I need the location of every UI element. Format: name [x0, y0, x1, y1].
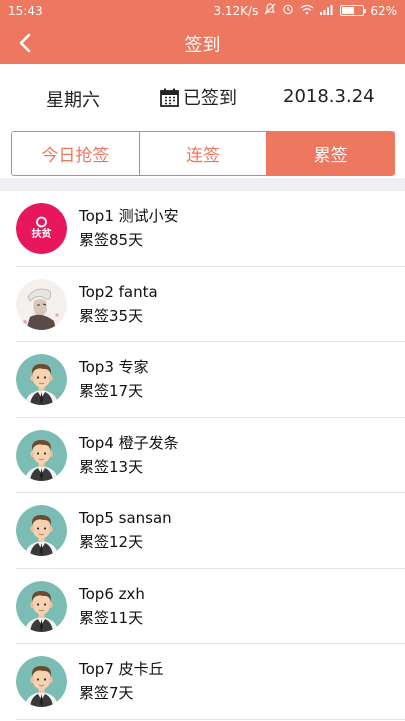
battery-level [342, 7, 355, 14]
list-item[interactable]: Top6 zxh 累签11天 [16, 569, 405, 644]
top-bar: 15:43 3.12K/s 62% 签到 [0, 0, 405, 64]
rank-name: Top4 橙子发条 [79, 433, 179, 452]
status-time: 15:43 [8, 4, 43, 18]
avatar [16, 354, 67, 405]
list-item[interactable]: Top2 fanta 累签35天 [16, 267, 405, 342]
rank-count: 累签11天 [79, 608, 144, 627]
section-divider [0, 178, 405, 191]
default-user-icon [16, 429, 67, 481]
network-speed: 3.12K/s [213, 3, 259, 18]
tab-today-grab[interactable]: 今日抢签 [12, 132, 139, 175]
avatar [16, 429, 67, 481]
navigation-bar: 签到 [0, 22, 405, 64]
rank-name: Top1 测试小安 [79, 207, 179, 225]
rank-name: Top6 zxh [79, 584, 145, 603]
list-item[interactable]: 扶贫 Top1 测试小安 累签85天 [16, 191, 405, 267]
calendar-icon [160, 88, 179, 107]
list-item[interactable]: Top3 专家 累签17天 [16, 342, 405, 418]
weekday-label: 星期六 [46, 90, 100, 111]
list-item[interactable]: Top5 sansan 累签12天 [16, 493, 405, 569]
tab-cumulative[interactable]: 累签 [266, 132, 394, 175]
default-user-icon [16, 505, 67, 556]
rank-count: 累签17天 [79, 382, 144, 400]
list-item[interactable]: Top7 皮卡丘 累签7天 [16, 644, 405, 720]
rank-count: 累签35天 [79, 306, 144, 325]
rank-name: Top2 fanta [79, 282, 158, 301]
rank-name: Top7 皮卡丘 [79, 660, 164, 678]
rank-count: 累签7天 [79, 684, 134, 702]
default-user-icon [16, 656, 67, 707]
battery-percent: 62% [370, 3, 397, 18]
list-item[interactable]: Top4 橙子发条 累签13天 [16, 418, 405, 493]
sign-status-label: 已签到 [183, 88, 237, 109]
ranking-list: 扶贫 Top1 测试小安 累签85天 Top2 fanta 累签35天 Top3… [0, 191, 405, 720]
status-bar: 15:43 3.12K/s 62% [0, 0, 405, 22]
sign-status: 已签到 [160, 84, 237, 110]
default-user-icon [16, 354, 67, 405]
logo-text: 扶贫 [32, 227, 53, 240]
date-label: 2018.3.24 [283, 86, 375, 107]
alarm-icon [282, 3, 294, 18]
sign-info-row: 星期六 已签到 2018.3.24 [0, 64, 405, 128]
user-photo-icon [16, 278, 67, 330]
brand-logo-icon: 扶贫 [16, 203, 67, 254]
rank-count: 累签12天 [79, 533, 144, 551]
signal-icon [320, 4, 334, 18]
avatar [16, 278, 67, 330]
tab-consecutive[interactable]: 连签 [138, 132, 267, 175]
default-user-icon [16, 580, 67, 632]
wifi-icon [300, 4, 314, 18]
page-title: 签到 [184, 35, 221, 56]
rank-count: 累签85天 [79, 231, 144, 249]
avatar [16, 505, 67, 556]
avatar: 扶贫 [16, 203, 67, 254]
rank-name: Top5 sansan [79, 509, 172, 527]
rank-name: Top3 专家 [79, 358, 149, 376]
ranking-tabs: 今日抢签 连签 累签 [11, 131, 395, 176]
avatar [16, 656, 67, 707]
avatar [16, 580, 67, 632]
mute-icon [264, 3, 276, 18]
battery-icon [340, 5, 367, 16]
rank-count: 累签13天 [79, 457, 144, 476]
